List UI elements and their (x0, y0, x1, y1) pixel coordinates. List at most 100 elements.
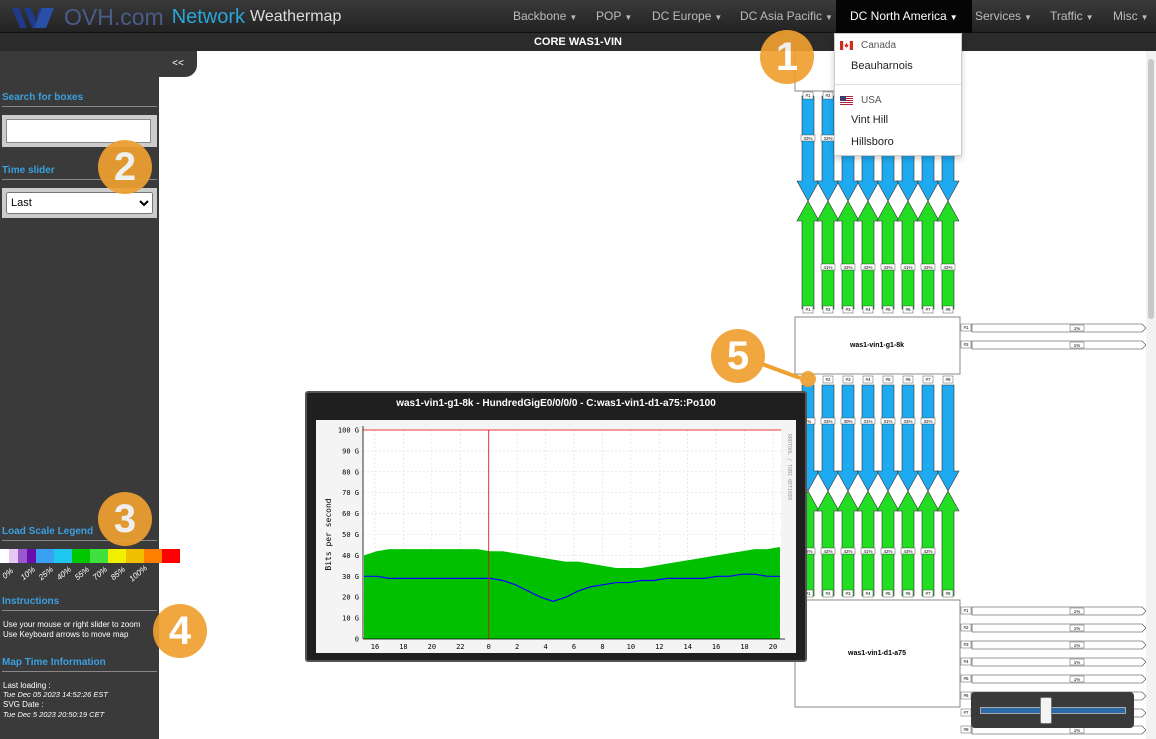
graph-title: was1-vin1-g1-8k - HundredGigE0/0/0/0 - C… (396, 398, 716, 409)
canada-flag-icon (840, 41, 853, 50)
port-label: #6 (963, 693, 969, 698)
side-link-arrow (971, 323, 1146, 333)
zoom-slider[interactable] (971, 692, 1134, 728)
y-tick-label: 20 G (342, 594, 359, 602)
legend-swatch (9, 549, 18, 563)
link-load-label: 43% (903, 549, 912, 554)
nav-pop[interactable]: POP ▼ (588, 0, 640, 33)
y-tick-label: 30 G (342, 573, 359, 581)
link-load-label: 1% (1074, 728, 1081, 733)
traffic-arrow-down (816, 384, 840, 492)
x-tick-label: 22 (456, 643, 464, 651)
traffic-graph-popup: was1-vin1-g1-8k - HundredGigE0/0/0/0 - C… (305, 391, 807, 662)
brand-ovh-text: OVH.com (64, 3, 164, 30)
annotation-badge-3: 3 (98, 492, 152, 546)
x-tick-label: 6 (572, 643, 576, 651)
port-label: #1 (805, 93, 811, 98)
x-tick-label: 16 (371, 643, 379, 651)
nav-label: DC Asia Pacific (740, 9, 823, 23)
port-label: #6 (905, 377, 911, 382)
svg-date-value: Tue Dec 5 2023 20:50:19 CET (3, 710, 105, 719)
zoom-slider-track[interactable] (980, 707, 1126, 714)
legend-swatch (108, 549, 126, 563)
port-label: #4 (865, 307, 871, 312)
map-time-heading: Map Time Information (2, 657, 157, 672)
brand-weathermap-text: Weathermap (250, 8, 342, 25)
link-load-label: 30% (843, 419, 852, 424)
y-tick-label: 90 G (342, 447, 359, 455)
nav-label: DC North America (850, 9, 947, 23)
link-load-label: 31% (863, 419, 872, 424)
dropdown-item-beauharnois[interactable]: Beauharnois (851, 60, 913, 72)
traffic-arrow-up (816, 200, 840, 310)
top-navbar: OVH.com Network Weathermap Backbone ▼ POP… (0, 0, 1156, 33)
x-tick-label: 16 (712, 643, 720, 651)
nav-misc[interactable]: Misc ▼ (1105, 0, 1156, 33)
port-label: #7 (963, 710, 969, 715)
link-load-label: 1% (1074, 626, 1081, 631)
legend-label: 55% (72, 564, 92, 583)
nav-dc-europe[interactable]: DC Europe ▼ (644, 0, 730, 33)
side-link-arrow (971, 340, 1146, 350)
collapse-sidebar-button[interactable]: << (159, 51, 197, 77)
dropdown-group-usa: USA (840, 95, 882, 106)
nav-dc-asia-pacific[interactable]: DC Asia Pacific ▼ (732, 0, 841, 33)
side-link-arrow (971, 657, 1146, 667)
legend-swatch (18, 549, 27, 563)
nav-label: Traffic (1050, 9, 1083, 23)
port-label: #2 (825, 93, 831, 98)
dropdown-item-vint-hill[interactable]: Vint Hill (851, 114, 888, 126)
port-label: #1 (963, 325, 969, 330)
link-load-label: 1% (1074, 677, 1081, 682)
brand-logo[interactable]: OVH.com Network Weathermap (10, 2, 341, 32)
annotation-badge-1: 1 (760, 30, 814, 84)
port-label: #5 (885, 307, 891, 312)
port-label: #4 (865, 377, 871, 382)
rrdtool-watermark: RRDTOOL / TOBI OETIKER (786, 434, 792, 501)
nav-services[interactable]: Services ▼ (967, 0, 1040, 33)
legend-label: 85% (108, 564, 128, 583)
side-link-arrow (971, 674, 1146, 684)
nav-backbone[interactable]: Backbone ▼ (505, 0, 585, 33)
legend-label: 70% (90, 564, 110, 583)
port-label: #4 (963, 659, 969, 664)
traffic-arrow-up (876, 200, 900, 310)
port-label: #3 (845, 377, 851, 382)
x-tick-label: 10 (627, 643, 635, 651)
link-load-label: 41% (823, 265, 832, 270)
port-label: #2 (825, 591, 831, 596)
nav-traffic[interactable]: Traffic ▼ (1042, 0, 1102, 33)
time-slider-select[interactable]: Last (6, 192, 153, 214)
instructions-line-1: Use your mouse or right slider to zoom (3, 620, 141, 629)
caret-down-icon: ▼ (569, 13, 578, 22)
svg-date-label: SVG Date : (3, 700, 44, 709)
nav-dc-north-america[interactable]: DC North America ▼ (836, 0, 972, 33)
side-link-arrow (971, 623, 1146, 633)
search-heading: Search for boxes (2, 92, 157, 107)
dropdown-group-label: Canada (861, 40, 897, 51)
legend-label: 25% (36, 564, 56, 583)
caret-down-icon: ▼ (624, 13, 633, 22)
link-load-label: 1% (1074, 643, 1081, 648)
legend-swatch (126, 549, 144, 563)
dropdown-item-hillsboro[interactable]: Hillsboro (851, 136, 894, 148)
zoom-slider-thumb[interactable] (1040, 697, 1053, 724)
port-label: #3 (963, 642, 969, 647)
scrollbar-thumb[interactable] (1148, 59, 1154, 319)
traffic-arrow-up (916, 490, 940, 597)
caret-down-icon: ▼ (1085, 13, 1094, 22)
port-label: #2 (963, 625, 969, 630)
link-load-label: 42% (923, 549, 932, 554)
caret-down-icon: ▼ (949, 13, 958, 22)
link-load-label: 1% (1074, 660, 1081, 665)
annotation-arrow (761, 362, 816, 387)
link-load-label: 1% (1074, 326, 1081, 331)
y-tick-label: 70 G (342, 489, 359, 497)
port-label: #4 (865, 591, 871, 596)
legend-label: 10% (18, 564, 38, 583)
x-tick-label: 4 (543, 643, 547, 651)
traffic-arrow-up (896, 490, 920, 597)
link-load-label: 41% (903, 265, 912, 270)
x-tick-label: 2 (515, 643, 519, 651)
vertical-scrollbar[interactable] (1146, 51, 1156, 739)
